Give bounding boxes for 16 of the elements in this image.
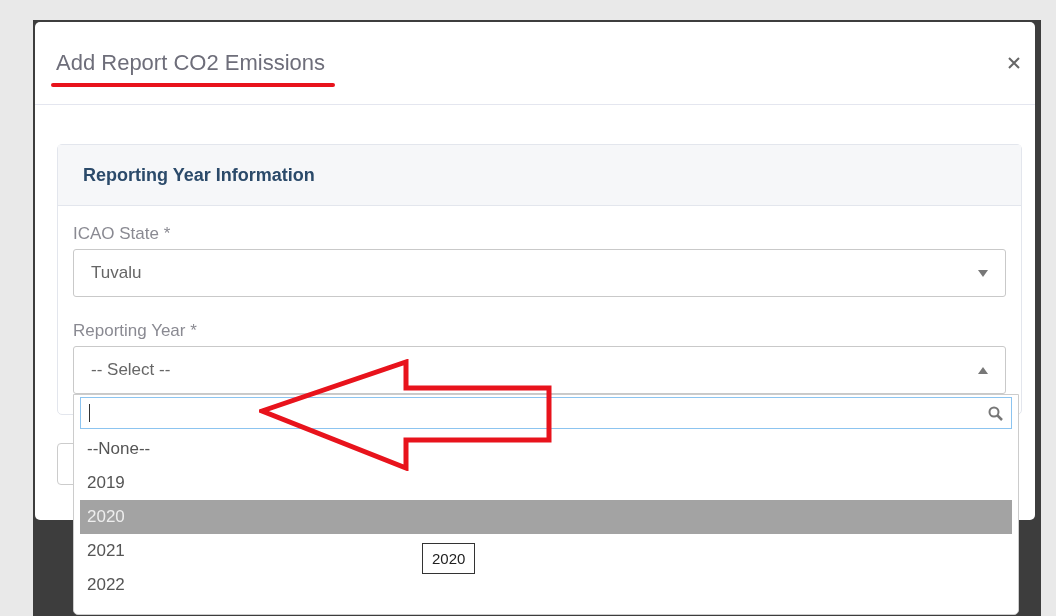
dropdown-option[interactable]: 2019 (87, 473, 125, 492)
field-label: Reporting Year * (73, 321, 198, 341)
panel-title: Reporting Year Information (83, 164, 315, 186)
dropdown-option[interactable]: 2022 (87, 575, 125, 594)
tooltip: 2020 (422, 543, 476, 574)
select-field[interactable]: Tuvalu (73, 249, 1006, 297)
field-label: ICAO State * (73, 224, 172, 244)
caret-icon (978, 366, 988, 374)
caret-icon (978, 269, 988, 277)
dialog-title: Add Report CO2 Emissions (56, 50, 325, 76)
close-icon[interactable] (1007, 56, 1021, 70)
select-field[interactable]: -- Select -- (73, 346, 1006, 394)
search-field[interactable] (80, 397, 1012, 429)
dropdown-option[interactable]: 2021 (87, 541, 125, 560)
dropdown-option[interactable]: --None-- (87, 439, 151, 458)
search-icon (988, 405, 1003, 421)
